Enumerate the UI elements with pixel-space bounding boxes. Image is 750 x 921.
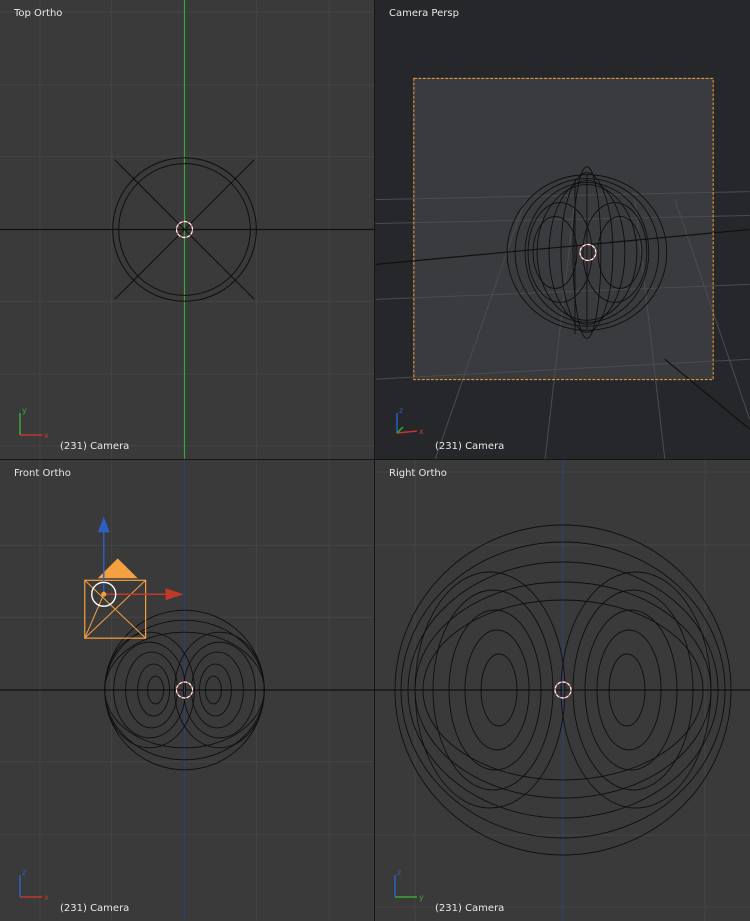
svg-text:x: x — [419, 427, 424, 436]
top-ortho-canvas[interactable] — [0, 0, 374, 459]
viewport-title: Top Ortho — [14, 8, 63, 19]
svg-text:z: z — [22, 868, 26, 877]
viewport-title: Camera Persp — [389, 8, 459, 19]
viewport-status: (231) Camera — [435, 903, 505, 914]
viewport-status: (231) Camera — [435, 441, 505, 452]
axis-gizmo-icon: x z — [19, 868, 49, 902]
svg-text:x: x — [44, 431, 49, 440]
svg-text:z: z — [397, 868, 401, 877]
viewport-camera-persp[interactable]: Camera Persp x z (231) Camera — [375, 0, 750, 460]
axis-gizmo-icon: x z — [396, 406, 424, 436]
right-ortho-canvas[interactable] — [375, 460, 750, 921]
axis-gizmo-icon: y z — [394, 868, 424, 902]
viewport-status: (231) Camera — [60, 441, 130, 452]
svg-text:y: y — [22, 406, 27, 415]
viewport-title: Right Ortho — [389, 468, 447, 479]
svg-text:z: z — [399, 406, 403, 415]
viewport-grid: Top Ortho x y (231) Camera Camera Persp … — [0, 0, 750, 921]
camera-view-area — [413, 77, 713, 380]
translate-manipulator-icon[interactable] — [91, 516, 184, 607]
axis-gizmo-icon: x y — [19, 406, 49, 440]
camera-persp-canvas[interactable] — [375, 0, 750, 459]
viewport-top-ortho[interactable]: Top Ortho x y (231) Camera — [0, 0, 375, 460]
viewport-title: Front Ortho — [14, 468, 71, 479]
viewport-status: (231) Camera — [60, 903, 130, 914]
svg-text:y: y — [419, 893, 424, 902]
viewport-front-ortho[interactable]: Front Ortho x z (231) Camera — [0, 460, 375, 921]
front-ortho-canvas[interactable] — [0, 460, 374, 921]
svg-text:x: x — [44, 893, 49, 902]
viewport-right-ortho[interactable]: Right Ortho y z (231) Camera — [375, 460, 750, 921]
